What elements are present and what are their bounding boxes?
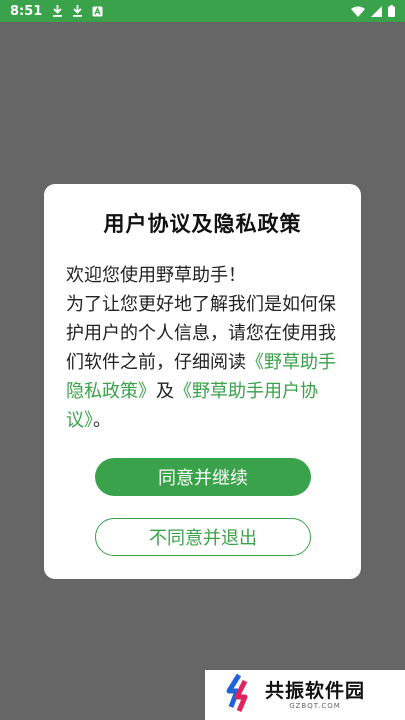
site-logo-icon <box>225 673 259 717</box>
dialog-message: 欢迎您使用野草助手！ 为了让您更好地了解我们是如何保护用户的个人信息，请您在使用… <box>66 261 344 435</box>
a-app-icon <box>92 6 103 17</box>
download-icon <box>72 5 83 17</box>
app-screen: 8:51 用户协议及隐私政策 欢迎您使用野草助手！ 为了让您更好地了解我们是如何… <box>0 0 405 720</box>
watermark-domain: GZBQT.COM <box>289 701 341 710</box>
notification-icons <box>52 5 103 17</box>
status-bar: 8:51 <box>0 0 405 22</box>
agree-continue-button[interactable]: 同意并继续 <box>95 458 311 496</box>
policy-text: 为了让您更好地了解我们是如何保护用户的个人信息，请您在使用我们软件之前，仔细阅读… <box>66 290 344 435</box>
and-text: 及 <box>156 381 174 402</box>
watermark: 共振软件园 GZBQT.COM <box>205 670 405 720</box>
download-icon <box>52 5 63 17</box>
signal-icon <box>371 5 382 17</box>
welcome-text: 欢迎您使用野草助手！ <box>66 265 246 286</box>
disagree-exit-button[interactable]: 不同意并退出 <box>95 518 311 556</box>
status-time: 8:51 <box>10 3 43 19</box>
system-icons <box>351 5 395 17</box>
watermark-text: 共振软件园 GZBQT.COM <box>265 680 365 711</box>
watermark-name: 共振软件园 <box>265 679 366 702</box>
end-text: 。 <box>93 410 111 431</box>
battery-icon <box>388 5 395 17</box>
wifi-icon <box>351 6 365 17</box>
dialog-title: 用户协议及隐私政策 <box>103 212 302 236</box>
privacy-dialog: 用户协议及隐私政策 欢迎您使用野草助手！ 为了让您更好地了解我们是如何保护用户的… <box>44 184 361 579</box>
